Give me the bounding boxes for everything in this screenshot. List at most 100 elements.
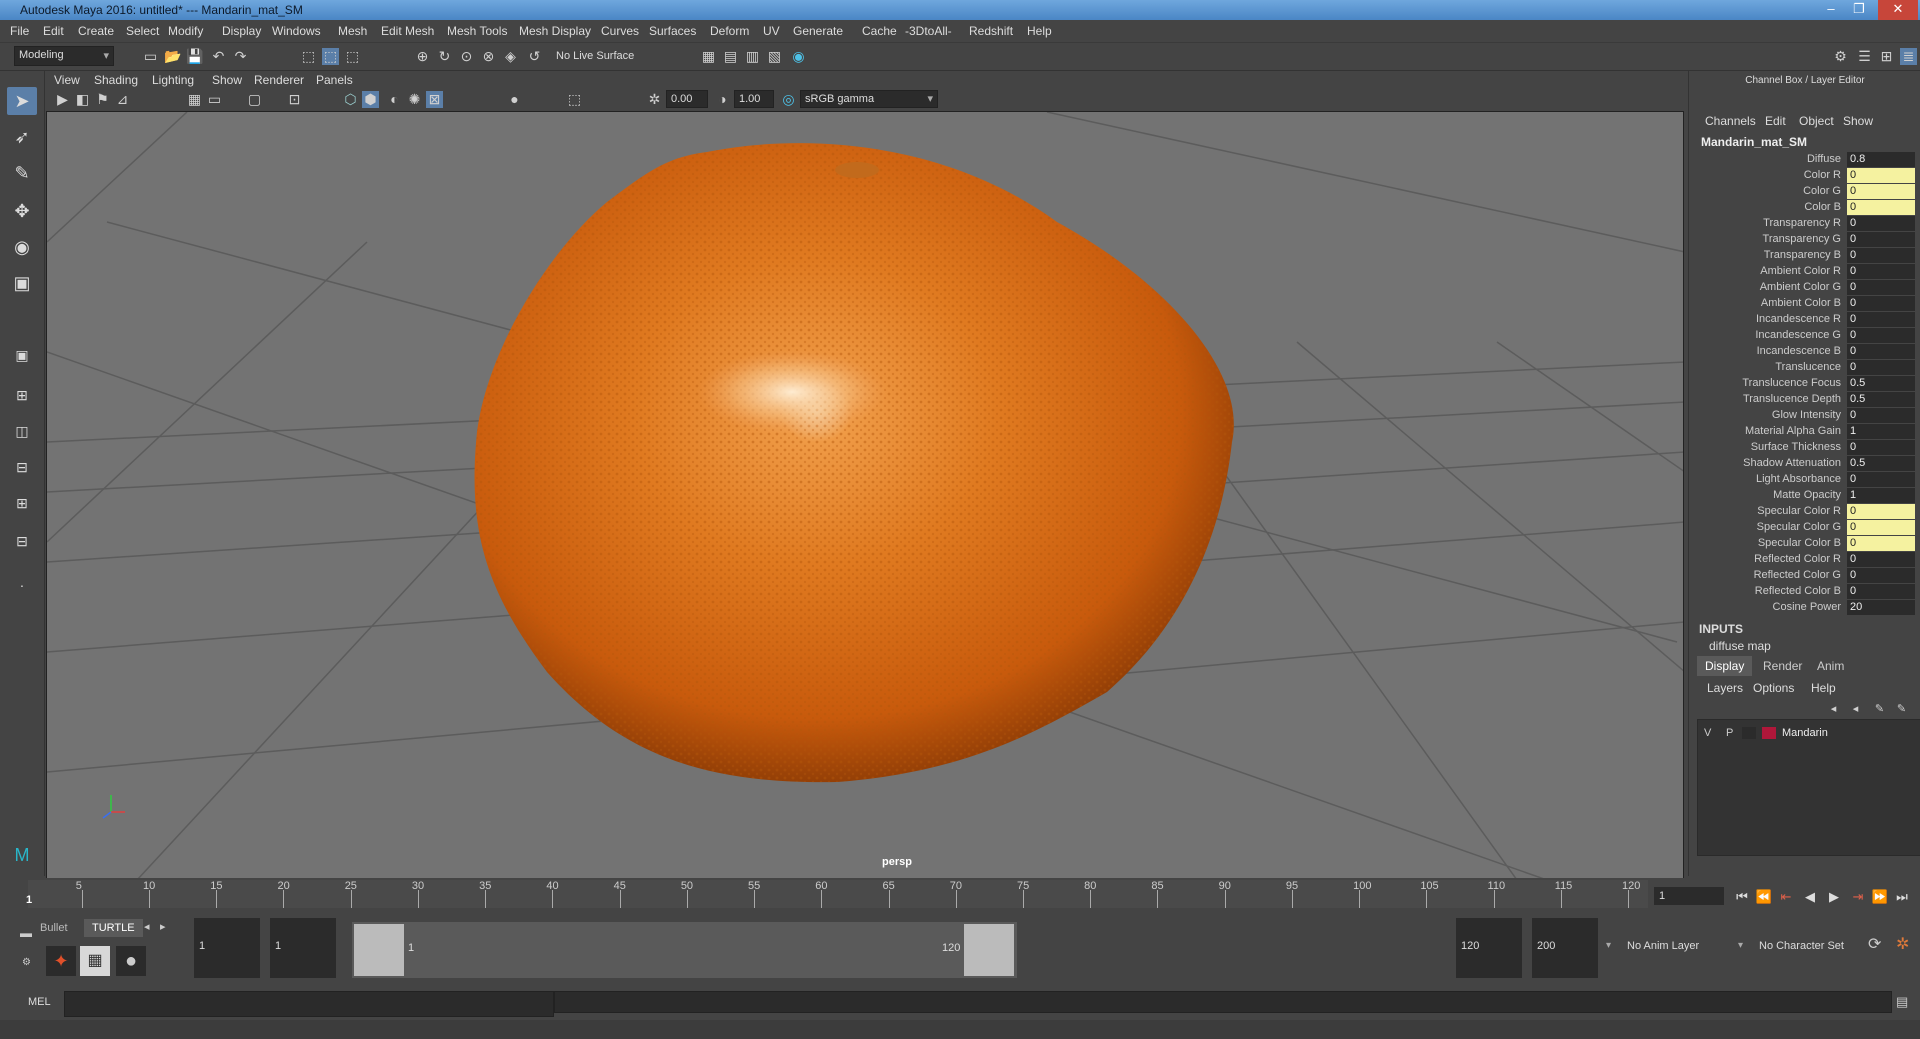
attribute-name[interactable]: Transparency R (1763, 217, 1841, 229)
attribute-value[interactable]: 0 (1847, 472, 1915, 487)
menu-deform[interactable]: Deform (710, 24, 749, 38)
attribute-name[interactable]: Ambient Color B (1761, 297, 1841, 309)
menu-curves[interactable]: Curves (601, 24, 639, 38)
attribute-value[interactable]: 0 (1847, 264, 1915, 279)
attribute-name[interactable]: Color R (1804, 169, 1841, 181)
step-back-frame-icon[interactable]: ⇤ (1776, 888, 1796, 906)
attribute-value[interactable]: 0 (1847, 440, 1915, 455)
shelf-scroll-right-icon[interactable]: ▸ (160, 920, 166, 933)
attribute-row[interactable]: Material Alpha Gain 1 (1689, 424, 1920, 440)
attribute-value[interactable]: 0 (1847, 568, 1915, 583)
attribute-value[interactable]: 0 (1847, 520, 1915, 535)
ambient-occlusion-icon[interactable]: ● (506, 91, 523, 108)
save-scene-icon[interactable]: 💾 (186, 48, 203, 65)
attribute-row[interactable]: Translucence 0 (1689, 360, 1920, 376)
attribute-row[interactable]: Ambient Color R 0 (1689, 264, 1920, 280)
attribute-value[interactable]: 0 (1847, 296, 1915, 311)
maximize-button[interactable]: ❐ (1846, 0, 1872, 20)
shelf-settings-icon[interactable]: ⚙ (22, 957, 31, 968)
paint-select-tool-icon[interactable]: ✎ (7, 159, 37, 187)
attribute-name[interactable]: Incandescence G (1755, 329, 1841, 341)
attribute-value[interactable]: 0 (1847, 280, 1915, 295)
attribute-row[interactable]: Transparency R 0 (1689, 216, 1920, 232)
resolution-gate-icon[interactable]: ▢ (246, 91, 263, 108)
attribute-row[interactable]: Color B 0 (1689, 200, 1920, 216)
attribute-value[interactable]: 0 (1847, 408, 1915, 423)
go-to-start-icon[interactable]: ⏮ (1732, 888, 1752, 906)
attribute-editor-icon[interactable]: ☰ (1856, 48, 1873, 65)
play-forwards-icon[interactable]: ▶ (1824, 888, 1844, 906)
attribute-value[interactable]: 20 (1847, 600, 1915, 615)
attribute-value[interactable]: 0 (1847, 184, 1915, 199)
attribute-value[interactable]: 0 (1847, 344, 1915, 359)
attribute-row[interactable]: Reflected Color G 0 (1689, 568, 1920, 584)
tab-display[interactable]: Display (1697, 656, 1753, 676)
textured-icon[interactable]: ◐ (386, 91, 403, 108)
snap-curve-icon[interactable]: ↻ (436, 48, 453, 65)
attribute-row[interactable]: Specular Color B 0 (1689, 536, 1920, 552)
select-hierarchy-icon[interactable]: ⬚ (300, 48, 317, 65)
attribute-value[interactable]: 0 (1847, 312, 1915, 327)
layer-playback-toggle[interactable]: P (1726, 727, 1733, 739)
attribute-row[interactable]: Transparency G 0 (1689, 232, 1920, 248)
viewport-menu-view[interactable]: View (54, 73, 80, 87)
lights-icon[interactable]: ✺ (406, 91, 423, 108)
attribute-value[interactable]: 0.5 (1847, 456, 1915, 471)
help-menu[interactable]: Help (1811, 681, 1836, 695)
attribute-row[interactable]: Translucence Focus 0.5 (1689, 376, 1920, 392)
snap-magnet-icon[interactable]: ↺ (526, 48, 543, 65)
step-forward-frame-icon[interactable]: ⇥ (1848, 888, 1868, 906)
attribute-value[interactable]: 0 (1847, 360, 1915, 375)
attribute-row[interactable]: Diffuse 0.8 (1689, 152, 1920, 168)
attribute-row[interactable]: Incandescence G 0 (1689, 328, 1920, 344)
attribute-row[interactable]: Color R 0 (1689, 168, 1920, 184)
attribute-value[interactable]: 0 (1847, 200, 1915, 215)
color-management-icon[interactable]: ◎ (780, 91, 797, 108)
shelf-menu-icon[interactable]: ▬ (20, 926, 32, 940)
new-layer-selected-icon[interactable]: ✎ (1893, 701, 1910, 718)
command-input[interactable] (64, 991, 554, 1017)
attribute-value[interactable]: 1 (1847, 424, 1915, 439)
layers-menu[interactable]: Layers (1707, 681, 1743, 695)
object-name[interactable]: Mandarin_mat_SM (1701, 135, 1807, 149)
viewport-menu-panels[interactable]: Panels (316, 73, 353, 87)
attribute-name[interactable]: Material Alpha Gain (1745, 425, 1841, 437)
attribute-name[interactable]: Reflected Color R (1754, 553, 1841, 565)
time-ruler[interactable]: 5 10 15 20 25 30 35 40 45 50 55 60 65 70 75 80 85 90 95 100… (28, 880, 1648, 908)
close-button[interactable]: ✕ (1878, 0, 1918, 20)
attribute-name[interactable]: Matte Opacity (1773, 489, 1841, 501)
attribute-name[interactable]: Transparency G (1763, 233, 1841, 245)
attribute-row[interactable]: Matte Opacity 1 (1689, 488, 1920, 504)
attribute-name[interactable]: Cosine Power (1773, 601, 1841, 613)
minimize-button[interactable]: – (1818, 0, 1844, 20)
grid-toggle-icon[interactable]: ▦ (186, 91, 203, 108)
four-view-layout-icon[interactable]: ⊞ (7, 381, 37, 409)
exposure-field[interactable]: 0.00 (666, 90, 708, 108)
attribute-name[interactable]: Surface Thickness (1751, 441, 1841, 453)
character-set-selector[interactable]: No Character Set (1754, 918, 1870, 978)
menu-surfaces[interactable]: Surfaces (649, 24, 696, 38)
range-start-handle[interactable] (354, 924, 404, 976)
attribute-name[interactable]: Incandescence B (1757, 345, 1841, 357)
attribute-name[interactable]: Translucence (1775, 361, 1841, 373)
select-tool-icon[interactable]: ➤ (7, 87, 37, 115)
attribute-row[interactable]: Incandescence R 0 (1689, 312, 1920, 328)
menu-mesh-display[interactable]: Mesh Display (519, 24, 591, 38)
menu-display[interactable]: Display (222, 24, 261, 38)
attribute-name[interactable]: Specular Color B (1758, 537, 1841, 549)
layer-visibility-toggle[interactable]: V (1704, 727, 1711, 739)
hypershade-layout-icon[interactable]: ⊟ (7, 527, 37, 555)
camera-select-icon[interactable]: ▶ (54, 91, 71, 108)
attribute-name[interactable]: Reflected Color B (1755, 585, 1841, 597)
mode-selector[interactable]: Modeling ▾ (14, 46, 114, 66)
exposure-icon[interactable]: ✲ (646, 91, 663, 108)
attribute-row[interactable]: Ambient Color B 0 (1689, 296, 1920, 312)
open-scene-icon[interactable]: 📂 (164, 48, 181, 65)
attribute-name[interactable]: Color G (1803, 185, 1841, 197)
menu-file[interactable]: File (10, 24, 29, 38)
attribute-name[interactable]: Ambient Color G (1760, 281, 1841, 293)
menu-edit[interactable]: Edit (43, 24, 64, 38)
lasso-tool-icon[interactable]: ➶ (7, 123, 37, 151)
undo-icon[interactable]: ↶ (210, 48, 227, 65)
menu-3dtoall[interactable]: -3DtoAll- (905, 24, 952, 38)
